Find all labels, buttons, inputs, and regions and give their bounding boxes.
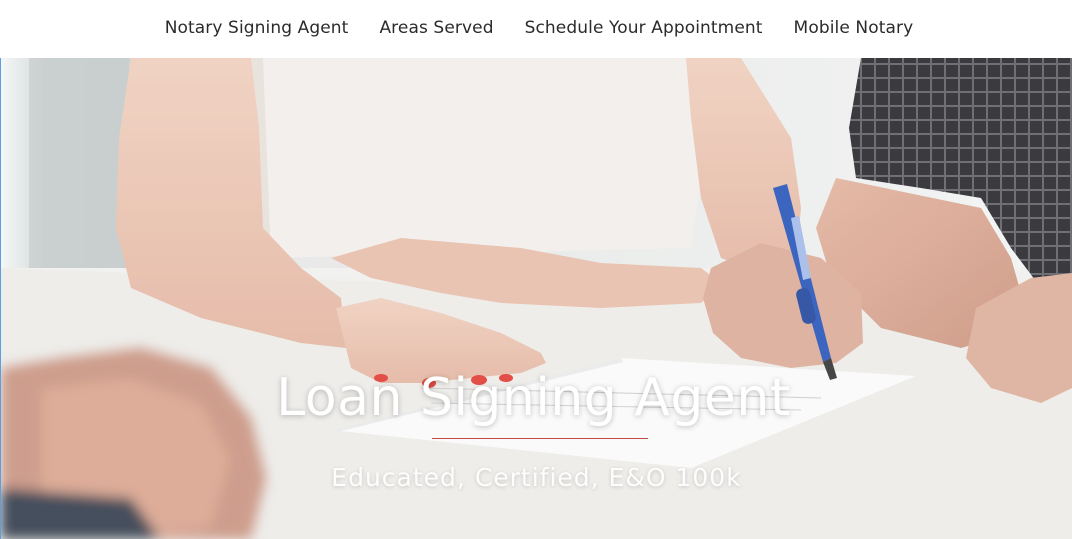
hero-title: Loan Signing Agent	[276, 368, 791, 428]
hero-banner: Loan Signing Agent Educated, Certified, …	[1, 58, 1072, 539]
hero-content: Loan Signing Agent Educated, Certified, …	[1, 358, 1072, 492]
nav-item-mobile-notary: Mobile Notary	[778, 18, 929, 38]
hero-divider	[431, 438, 648, 439]
nav-item-areas-served: Areas Served	[364, 18, 509, 38]
nav-item-notary-signing-agent: Notary Signing Agent	[149, 18, 364, 38]
nav-menu: Notary Signing Agent Areas Served Schedu…	[149, 18, 929, 38]
nav-item-schedule-appointment: Schedule Your Appointment	[509, 18, 778, 38]
nav-link-mobile-notary[interactable]: Mobile Notary	[778, 18, 929, 38]
hero-subtitle: Educated, Certified, E&O 100k	[331, 463, 742, 492]
nav-link-schedule-appointment[interactable]: Schedule Your Appointment	[509, 18, 778, 38]
top-navigation: Notary Signing Agent Areas Served Schedu…	[0, 0, 1072, 58]
nav-link-notary-signing-agent[interactable]: Notary Signing Agent	[149, 18, 364, 38]
nav-link-areas-served[interactable]: Areas Served	[364, 18, 509, 38]
